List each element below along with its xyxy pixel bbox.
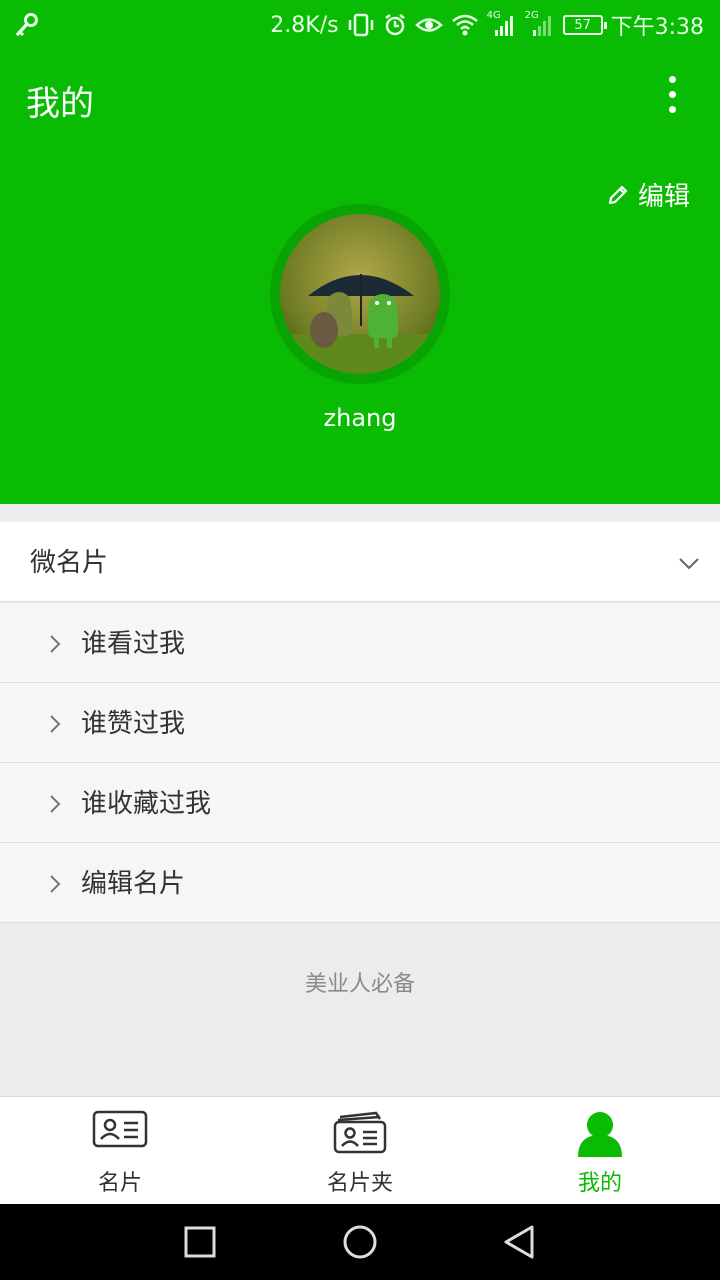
tagline: 美业人必备 <box>304 972 415 997</box>
bottom-nav: 名片 名片夹 我的 <box>0 1096 720 1204</box>
list-item-label: 谁看过我 <box>81 629 186 659</box>
nav-label: 名片夹 <box>326 1171 393 1196</box>
edit-label: 编辑 <box>637 182 690 212</box>
page-title: 我的 <box>26 84 94 124</box>
person-icon <box>578 1112 622 1157</box>
chevron-right-icon <box>50 635 61 653</box>
list-item-edit-card[interactable]: 编辑名片 <box>0 843 720 923</box>
section-header-micro-card[interactable]: 微名片 <box>0 522 720 602</box>
signal-4g-icon: 4G <box>487 10 517 38</box>
chevron-right-icon <box>50 715 61 733</box>
list-item-who-favorited[interactable]: 谁收藏过我 <box>0 763 720 843</box>
avatar[interactable] <box>280 214 440 374</box>
username: zhang <box>323 404 397 432</box>
wifi-icon <box>451 14 478 36</box>
list-item-who-viewed[interactable]: 谁看过我 <box>0 603 720 683</box>
list-item-label: 谁赞过我 <box>81 709 186 739</box>
system-nav-bar <box>0 1204 720 1280</box>
section-title: 微名片 <box>30 548 109 578</box>
list-item-who-liked[interactable]: 谁赞过我 <box>0 683 720 763</box>
list-item-label: 编辑名片 <box>81 869 186 899</box>
signal-2g-icon: 2G <box>525 10 555 38</box>
pencil-icon <box>608 185 628 204</box>
status-bar: 2.8K/s 4G 2G 57 下午3:38 <box>0 0 720 50</box>
chevron-right-icon <box>50 875 61 893</box>
recents-icon[interactable] <box>184 1224 216 1260</box>
nav-label: 我的 <box>577 1171 622 1196</box>
back-icon[interactable] <box>502 1224 536 1260</box>
nav-tab-card-holder[interactable]: 名片夹 <box>240 1097 480 1204</box>
menu-list: 谁看过我 谁赞过我 谁收藏过我 编辑名片 <box>0 603 720 923</box>
card-holder-icon <box>333 1111 387 1154</box>
avatar-ring <box>270 204 450 384</box>
network-speed: 2.8K/s <box>270 12 339 38</box>
card-icon <box>92 1110 148 1148</box>
vibrate-icon <box>348 13 373 37</box>
battery-icon: 57 <box>562 15 607 35</box>
nav-tab-card[interactable]: 名片 <box>0 1097 240 1204</box>
nav-label: 名片 <box>97 1171 142 1196</box>
alarm-icon <box>384 14 405 36</box>
chevron-right-icon <box>50 795 61 813</box>
profile-header: 我的 编辑 zhang <box>0 50 720 504</box>
nav-tab-mine[interactable]: 我的 <box>480 1097 720 1204</box>
list-item-label: 谁收藏过我 <box>81 789 212 819</box>
chevron-down-icon <box>679 558 699 570</box>
home-icon[interactable] <box>342 1224 378 1260</box>
more-options-icon[interactable] <box>660 76 684 116</box>
eye-icon <box>414 18 443 32</box>
key-icon <box>16 13 38 37</box>
edit-button[interactable]: 编辑 <box>606 176 690 213</box>
clock: 下午3:38 <box>610 15 704 40</box>
